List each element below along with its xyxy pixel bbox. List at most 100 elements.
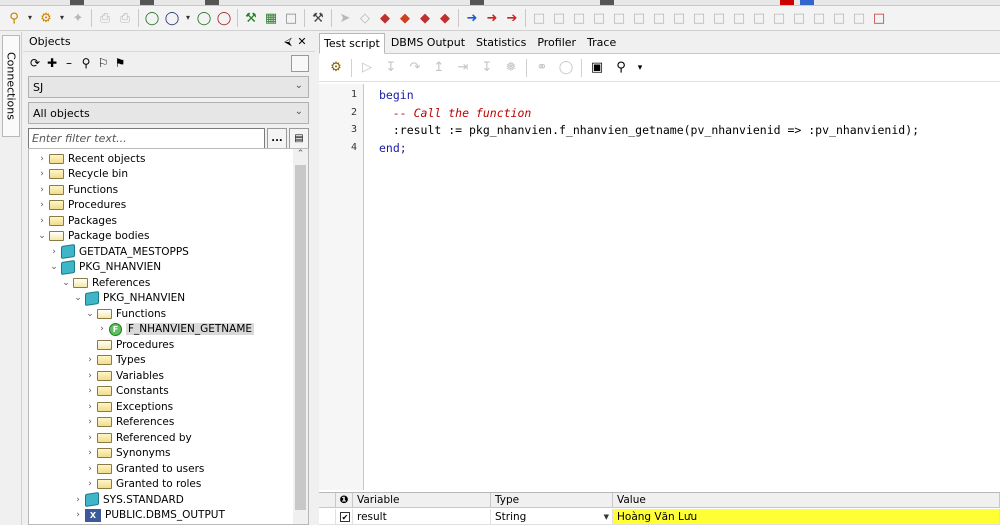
window-icon[interactable]: □ [849, 8, 869, 28]
expand-right-icon[interactable]: › [37, 200, 47, 210]
close-icon[interactable]: ✕ [295, 35, 309, 48]
breakpoint-icon[interactable]: ❅ [502, 60, 520, 75]
tree-item[interactable]: › Constants [85, 384, 169, 399]
tree-item[interactable]: › Referenced by [85, 430, 192, 445]
expand-right-icon[interactable]: › [49, 247, 59, 257]
watch-icon[interactable]: ⚭ [533, 60, 551, 75]
variable-name-cell[interactable]: result [353, 509, 491, 525]
chevron-down-icon[interactable]: ▾ [56, 8, 68, 28]
expand-right-icon[interactable]: › [85, 355, 95, 365]
database-run-icon[interactable]: ◯ [142, 8, 162, 28]
expand-right-icon[interactable]: › [85, 386, 95, 396]
run-to-exception-icon[interactable]: ↧ [478, 60, 496, 75]
object-filter-select[interactable]: All objects ⌄ [28, 102, 309, 124]
grid-header-type[interactable]: Type [491, 493, 613, 508]
tree-item[interactable]: ⌄ References [61, 275, 150, 290]
window-icon[interactable]: □ [769, 8, 789, 28]
tab-profiler[interactable]: Profiler [532, 32, 581, 53]
window-icon[interactable]: □ [729, 8, 749, 28]
scroll-thumb[interactable] [295, 165, 306, 510]
red-orange-icon[interactable]: ◆ [395, 8, 415, 28]
print-icon[interactable]: ⎙ [95, 8, 115, 28]
print-preview-icon[interactable]: ⎙ [115, 8, 135, 28]
expand-down-icon[interactable]: ⌄ [61, 278, 71, 288]
window-red-icon[interactable]: □ [869, 8, 889, 28]
tree-item[interactable]: › F F_NHANVIEN_GETNAME [97, 322, 255, 337]
expand-right-icon[interactable]: › [85, 448, 95, 458]
tree-item[interactable]: › GETDATA_MESTOPPS [49, 244, 189, 259]
tree-scrollbar[interactable]: ⌃ [293, 149, 308, 524]
red-arrow-left-icon[interactable]: ➔ [502, 8, 522, 28]
enabled-checkbox[interactable]: ✔ [340, 511, 350, 522]
search-icon[interactable]: ⚲ [612, 60, 630, 75]
connections-tab[interactable]: Connections [2, 35, 20, 137]
tree-item[interactable]: › Procedures [37, 198, 126, 213]
tree-item[interactable]: › Exceptions [85, 399, 173, 414]
filter-edit-icon[interactable]: ⚑ [114, 56, 126, 70]
tree-item[interactable]: Procedures [85, 337, 174, 352]
object-tree[interactable]: › Recent objects › Recycle bin › Functions › Pr… [28, 148, 309, 525]
add-icon[interactable]: ✚ [46, 56, 58, 70]
tree-item[interactable]: › X PUBLIC.DBMS_OUTPUT [73, 508, 225, 523]
refresh-icon[interactable]: ⟳ [29, 56, 41, 70]
tree-item[interactable]: ⌄ Functions [85, 306, 166, 321]
expand-right-icon[interactable]: › [37, 185, 47, 195]
tree-item[interactable]: › Functions [37, 182, 118, 197]
window-icon[interactable]: □ [629, 8, 649, 28]
tree-item[interactable]: ⌄ PKG_NHANVIEN [73, 290, 185, 306]
window-icon[interactable]: □ [609, 8, 629, 28]
expand-right-icon[interactable]: › [73, 510, 83, 520]
tab-statistics[interactable]: Statistics [471, 32, 531, 53]
code-editor[interactable]: 1 2 3 4 begin -- Call the function :result … [319, 84, 1000, 490]
expand-down-icon[interactable]: ⌄ [73, 293, 83, 303]
tree-item[interactable]: ⌄ Package bodies [37, 229, 149, 244]
filter-apply-icon[interactable]: ▤ [289, 128, 309, 149]
run-icon[interactable]: ▷ [358, 60, 376, 75]
expand-right-icon[interactable]: › [85, 417, 95, 427]
filter-options-button[interactable]: ... [267, 128, 287, 149]
tree-item[interactable]: › Packages [37, 213, 117, 228]
row-enabled-cell[interactable]: ✔ [336, 509, 353, 525]
window-icon[interactable]: □ [569, 8, 589, 28]
window-icon[interactable]: □ [789, 8, 809, 28]
red-gem-icon[interactable]: ◆ [375, 8, 395, 28]
filter-input[interactable] [28, 128, 265, 149]
expand-right-icon[interactable]: › [37, 169, 47, 179]
step-out-icon[interactable]: ↥ [430, 60, 448, 75]
window-icon[interactable]: □ [709, 8, 729, 28]
window-icon[interactable]: □ [749, 8, 769, 28]
expand-right-icon[interactable]: › [37, 154, 47, 164]
expand-down-icon[interactable]: ⌄ [85, 309, 95, 319]
expand-down-icon[interactable]: ⌄ [37, 231, 47, 241]
expand-right-icon[interactable]: › [85, 402, 95, 412]
diamond-icon[interactable]: ◇ [355, 8, 375, 28]
database-green-icon[interactable]: ◯ [194, 8, 214, 28]
expand-right-icon[interactable]: › [37, 216, 47, 226]
expand-right-icon[interactable]: › [85, 479, 95, 489]
red-arrow-right-icon[interactable]: ➜ [482, 8, 502, 28]
variables-icon[interactable]: ◯ [557, 60, 575, 75]
variable-type-cell[interactable]: String ▼ [491, 509, 613, 525]
filter-icon[interactable]: ⚐ [97, 56, 109, 70]
window-icon[interactable]: □ [809, 8, 829, 28]
form-icon[interactable]: ▦ [261, 8, 281, 28]
tree-item[interactable]: › Variables [85, 368, 164, 383]
window-icon[interactable]: □ [669, 8, 689, 28]
row-indicator[interactable] [319, 509, 336, 525]
tab-test-script[interactable]: Test script [319, 33, 385, 54]
expand-right-icon[interactable]: › [97, 324, 107, 334]
document-icon[interactable]: □ [281, 8, 301, 28]
database-icon[interactable]: ◯ [162, 8, 182, 28]
chevron-down-icon[interactable]: ▼ [604, 513, 609, 521]
tools-icon[interactable]: ⚒ [241, 8, 261, 28]
tree-item[interactable]: › Recycle bin [37, 167, 128, 182]
remove-icon[interactable]: – [63, 56, 75, 70]
expand-right-icon[interactable]: › [73, 495, 83, 505]
window-icon[interactable]: □ [689, 8, 709, 28]
user-select[interactable]: SJ ⌄ [28, 76, 309, 98]
window-icon[interactable]: □ [529, 8, 549, 28]
debug-icon[interactable]: ⚙ [327, 60, 345, 75]
expand-right-icon[interactable]: › [85, 371, 95, 381]
tab-trace[interactable]: Trace [582, 32, 621, 53]
blue-arrow-right-icon[interactable]: ➜ [462, 8, 482, 28]
